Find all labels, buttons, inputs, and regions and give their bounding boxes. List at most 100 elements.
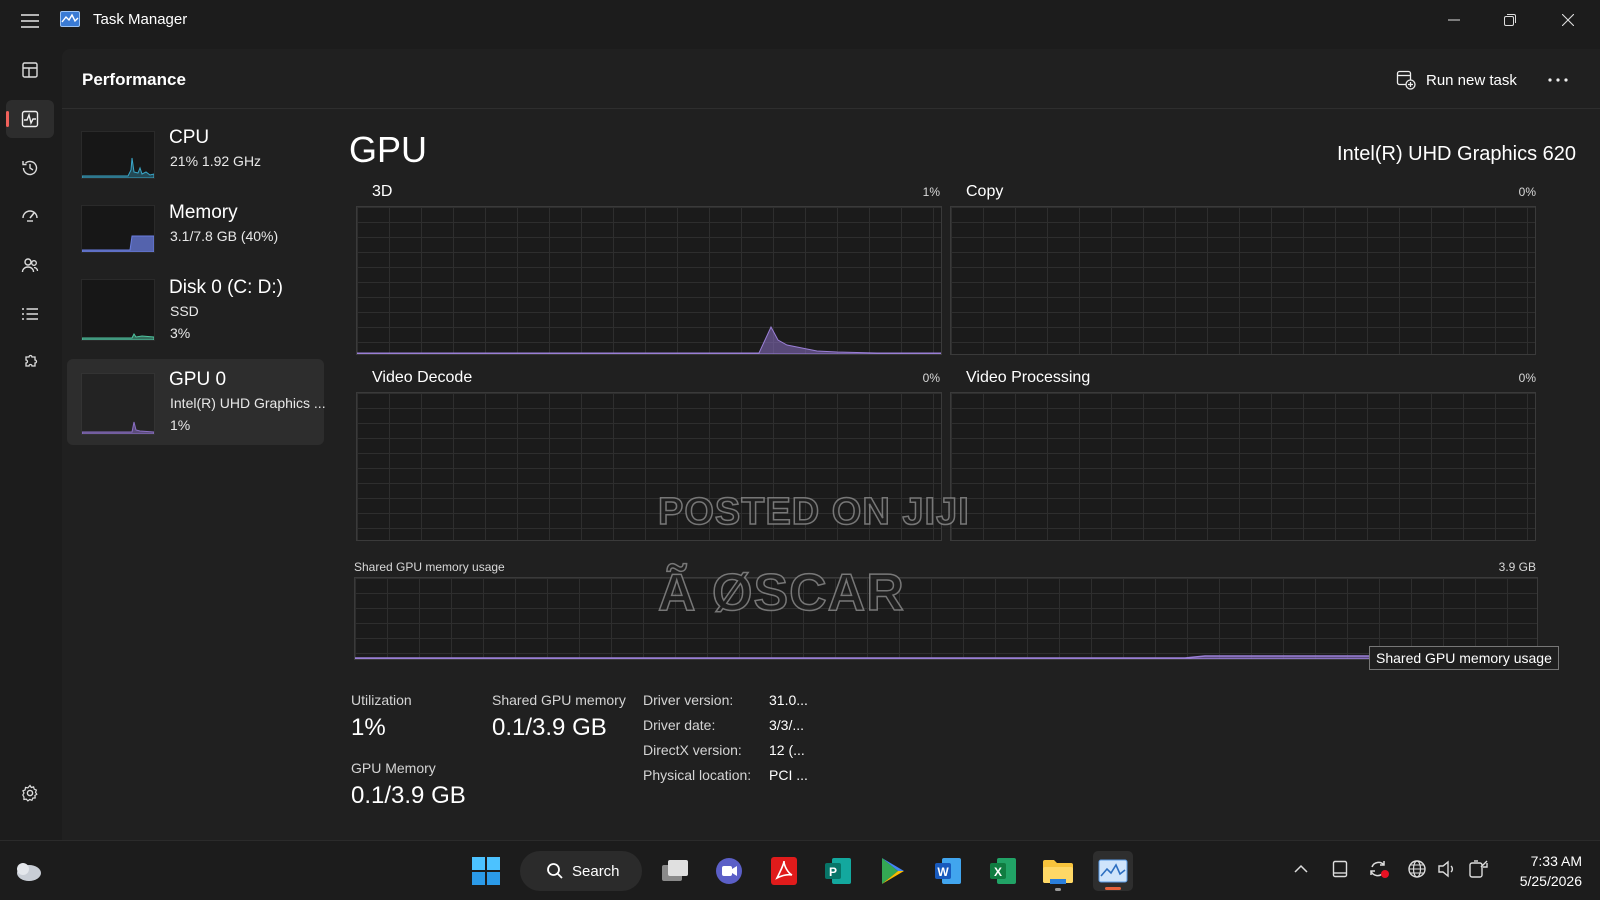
tray-volume-icon[interactable] [1435, 857, 1459, 881]
device-item-gpu[interactable]: GPU 0 Intel(R) UHD Graphics ... 1% [67, 359, 326, 445]
battery-charging-icon [1469, 860, 1488, 878]
graph-title-video-decode: Video Decode [372, 369, 473, 386]
nav-startup-apps[interactable] [6, 197, 54, 235]
nav-processes[interactable] [6, 51, 54, 89]
device-name: CPU [169, 127, 210, 148]
shared-memory-graph [354, 577, 1538, 660]
show-hidden-icons-chevron[interactable] [1289, 857, 1313, 881]
file-explorer-button[interactable] [1038, 851, 1078, 891]
nav-services[interactable] [6, 344, 54, 382]
device-detail: SSD [170, 303, 199, 319]
more-options-button[interactable] [1542, 66, 1574, 94]
taskbar: Search P W X 7:33 AM 5/25/2026 [0, 840, 1600, 900]
shared-memory-caption: Shared GPU memory usage [354, 560, 505, 574]
task-view-button[interactable] [655, 851, 695, 891]
folder-icon [1043, 860, 1073, 884]
cpu-thumbnail-graph [81, 131, 155, 179]
minimize-icon [1448, 19, 1460, 21]
gpu-memory-value: 0.1/3.9 GB [351, 782, 466, 809]
restore-icon [1504, 14, 1516, 26]
teams-button[interactable] [709, 851, 749, 891]
settings-gear-icon [22, 784, 38, 802]
nav-app-history[interactable] [6, 149, 54, 187]
word-app-icon: W [935, 858, 961, 884]
tray-sync-icon[interactable] [1367, 857, 1391, 881]
windows-logo-icon [472, 857, 500, 885]
device-detail: 21% 1.92 GHz [170, 153, 262, 169]
tray-tablet-icon[interactable] [1328, 857, 1352, 881]
taskbar-clock[interactable]: 7:33 AM 5/25/2026 [1520, 851, 1582, 891]
driver-date-value: 3/3/... [769, 717, 805, 733]
processes-icon [22, 62, 38, 78]
graph-percent-3d: 1% [922, 185, 940, 199]
globe-network-icon [1408, 860, 1426, 878]
memory-thumbnail-graph [81, 205, 155, 253]
graph-title-video-processing: Video Processing [966, 369, 1091, 386]
graph-title-3d: 3D [372, 183, 393, 200]
device-item-disk[interactable]: Disk 0 (C: D:) SSD 3% [67, 271, 324, 349]
graph-title-copy: Copy [966, 183, 1004, 200]
driver-version-value: 31.0... [769, 692, 808, 708]
publisher-button[interactable]: P [818, 851, 858, 891]
word-button[interactable]: W [928, 851, 968, 891]
watermark-line-2: Ã ØSCAR [657, 563, 905, 623]
disk-thumbnail-graph [81, 279, 155, 341]
device-item-cpu[interactable]: CPU 21% 1.92 GHz [67, 119, 324, 193]
history-icon [22, 160, 38, 176]
publisher-app-icon: P [825, 858, 851, 884]
excel-app-icon: X [990, 858, 1016, 884]
svg-text:X: X [994, 865, 1002, 879]
run-new-task-button[interactable]: Run new task [1396, 66, 1517, 94]
restore-button[interactable] [1482, 0, 1538, 40]
run-new-task-label: Run new task [1426, 71, 1517, 89]
tray-network-icon[interactable] [1405, 857, 1429, 881]
tray-battery-icon[interactable] [1466, 857, 1490, 881]
search-label: Search [572, 862, 620, 880]
task-manager-app-icon [60, 11, 80, 27]
chevron-up-icon [1294, 864, 1308, 873]
sync-alert-icon [1370, 861, 1389, 878]
gpu-memory-label: GPU Memory [351, 760, 436, 776]
directx-version-label: DirectX version: [643, 742, 742, 758]
hamburger-menu-icon[interactable] [20, 12, 40, 30]
gpu-heading: GPU [349, 129, 428, 170]
search-icon [547, 863, 563, 879]
excel-button[interactable]: X [983, 851, 1023, 891]
weather-widget-button[interactable] [8, 851, 48, 891]
taskbar-search-box[interactable]: Search [520, 851, 642, 891]
device-name: Disk 0 (C: D:) [169, 277, 283, 298]
directx-version-value: 12 (... [769, 742, 805, 758]
nav-settings[interactable] [6, 774, 54, 812]
acrobat-button[interactable] [764, 851, 804, 891]
graph-percent-video-processing: 0% [1518, 371, 1536, 385]
startup-gauge-icon [22, 210, 38, 222]
device-detail: 3% [170, 325, 191, 341]
nav-details[interactable] [6, 295, 54, 333]
performance-icon [21, 110, 39, 128]
page-header: Performance Run new task [62, 49, 1600, 109]
task-manager-taskbar-button[interactable] [1093, 851, 1133, 891]
run-new-task-icon [1396, 70, 1416, 90]
physical-location-value: PCI ... [769, 767, 808, 783]
device-name: Memory [169, 202, 238, 223]
nav-performance[interactable] [6, 100, 54, 138]
more-dots-icon [1548, 78, 1568, 82]
shared-gpu-memory-label: Shared GPU memory [492, 692, 626, 708]
minimize-button[interactable] [1426, 0, 1482, 40]
close-button[interactable] [1540, 0, 1596, 40]
start-button[interactable] [466, 851, 506, 891]
shared-memory-max: 3.9 GB [1498, 560, 1536, 574]
graph-percent-copy: 0% [1518, 185, 1536, 199]
graph-3d [356, 206, 942, 355]
graph-video-processing [950, 392, 1536, 541]
clock-date: 5/25/2026 [1519, 873, 1582, 889]
graph-copy [950, 206, 1536, 355]
driver-date-label: Driver date: [643, 717, 716, 733]
play-store-button[interactable] [873, 851, 913, 891]
device-item-memory[interactable]: Memory 3.1/7.8 GB (40%) [67, 195, 324, 269]
physical-location-label: Physical location: [643, 767, 752, 783]
gpu-model-name: Intel(R) UHD Graphics 620 [1337, 143, 1576, 165]
nav-users[interactable] [6, 246, 54, 284]
utilization-label: Utilization [351, 692, 412, 708]
graph-percent-video-decode: 0% [922, 371, 940, 385]
